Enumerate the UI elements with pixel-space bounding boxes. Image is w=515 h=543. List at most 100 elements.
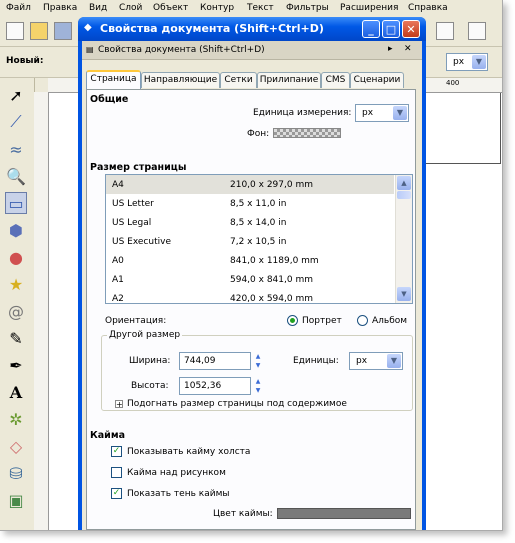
menu-layer[interactable]: Слой <box>119 3 142 13</box>
pencil-tool-icon[interactable]: ✎ <box>5 327 27 349</box>
3d-box-tool-icon[interactable]: ⬢ <box>5 219 27 241</box>
gradient-tool-icon[interactable]: ▣ <box>5 489 27 511</box>
menu-edit[interactable]: Правка <box>43 3 77 13</box>
menu-path[interactable]: Контур <box>200 3 234 13</box>
list-item[interactable]: A4 210,0 x 297,0 mm <box>106 175 394 194</box>
page-size-name: A0 <box>112 256 124 266</box>
document-icon: ▤ <box>86 45 94 54</box>
tab-snap[interactable]: Прилипание <box>257 72 321 88</box>
page-size-name: A1 <box>112 275 124 285</box>
ruler-tick-label: 400 <box>446 79 460 87</box>
units-select-value: px <box>453 57 465 67</box>
width-value: 744,09 <box>184 356 216 366</box>
chevron-down-icon: ▼ <box>472 55 486 69</box>
expand-plus-icon[interactable]: + <box>115 400 123 409</box>
open-folder-icon[interactable] <box>30 22 48 40</box>
menu-help[interactable]: Справка <box>408 3 448 13</box>
menu-filters[interactable]: Фильтры <box>286 3 329 13</box>
new-document-icon[interactable] <box>6 22 24 40</box>
dock-subtitle: Свойства документа (Shift+Ctrl+D) <box>98 45 265 55</box>
list-item[interactable]: A1 594,0 x 841,0 mm <box>106 270 394 289</box>
chevron-down-icon: ▼ <box>393 106 407 120</box>
fit-page-to-content-expander[interactable]: Подогнать размер страницы под содержимое <box>127 399 347 409</box>
landscape-label: Альбом <box>372 316 408 326</box>
page-size-list[interactable]: A4 210,0 x 297,0 mm US Letter 8,5 x 11,0… <box>105 174 413 304</box>
page-size-heading: Размер страницы <box>90 162 187 173</box>
maximize-button[interactable]: □ <box>382 20 400 38</box>
width-label: Ширина: <box>129 356 171 366</box>
tab-grids[interactable]: Сетки <box>220 72 257 88</box>
show-border-shadow-checkbox[interactable]: ✓ <box>111 488 122 499</box>
tab-scripts[interactable]: Сценарии <box>350 72 404 88</box>
list-item[interactable]: US Letter 8,5 x 11,0 in <box>106 194 394 213</box>
border-on-top-checkbox[interactable] <box>111 467 122 478</box>
height-input[interactable]: 1052,36 <box>179 377 251 395</box>
dock-close-icon[interactable]: ✕ <box>404 44 412 54</box>
selector-tool-icon[interactable]: ➚ <box>5 84 27 106</box>
star-tool-icon[interactable]: ★ <box>5 273 27 295</box>
list-item[interactable]: A0 841,0 x 1189,0 mm <box>106 251 394 270</box>
landscape-radio[interactable] <box>357 315 368 326</box>
text-tool-icon[interactable]: A <box>5 381 27 403</box>
page-size-name: US Executive <box>112 237 171 247</box>
toolbar-right-icon[interactable] <box>436 22 454 40</box>
width-input[interactable]: 744,09 <box>179 352 251 370</box>
portrait-radio[interactable] <box>287 315 298 326</box>
spiral-tool-icon[interactable]: @ <box>5 300 27 322</box>
menu-file[interactable]: Файл <box>6 3 31 13</box>
orientation-label: Ориентация: <box>105 316 167 326</box>
ellipse-tool-icon[interactable]: ● <box>5 246 27 268</box>
page-tab-panel: Общие Единица измерения: px ▼ Фон: Разме… <box>86 89 416 530</box>
close-button[interactable]: ✕ <box>402 20 420 38</box>
menu-object[interactable]: Объект <box>153 3 188 13</box>
zoom-tool-icon[interactable]: 🔍 <box>5 165 27 187</box>
scroll-thumb[interactable] <box>397 191 411 199</box>
height-spinner[interactable]: ▲ ▼ <box>253 377 263 395</box>
tool-controls-label: Новый: <box>6 56 44 66</box>
paint-bucket-tool-icon[interactable]: ⛁ <box>5 462 27 484</box>
spray-tool-icon[interactable]: ✲ <box>5 408 27 430</box>
node-tool-icon[interactable]: ⟋ <box>5 111 27 133</box>
default-unit-select[interactable]: px ▼ <box>355 104 409 122</box>
dock-subtitle-bar: ▤ Свойства документа (Shift+Ctrl+D) ▸ ✕ <box>82 41 422 60</box>
chevron-down-icon: ▼ <box>387 354 401 368</box>
list-item[interactable]: A2 420,0 x 594,0 mm <box>106 289 394 304</box>
menu-text[interactable]: Текст <box>247 3 274 13</box>
page-size-name: A4 <box>112 180 124 190</box>
border-on-top-label: Кайма над рисунком <box>127 468 226 478</box>
menu-view[interactable]: Вид <box>89 3 107 13</box>
scroll-up-icon[interactable]: ▲ <box>397 176 411 190</box>
tab-guides[interactable]: Направляющие <box>141 72 220 88</box>
zoom-fit-icon[interactable] <box>468 22 486 40</box>
tab-cms[interactable]: CMS <box>321 72 350 88</box>
vertical-ruler <box>34 92 49 530</box>
pen-tool-icon[interactable]: ✒ <box>5 354 27 376</box>
eraser-tool-icon[interactable]: ◇ <box>5 435 27 457</box>
width-spinner[interactable]: ▲ ▼ <box>253 352 263 370</box>
list-item[interactable]: US Legal 8,5 x 14,0 in <box>106 213 394 232</box>
tab-page[interactable]: Страница <box>86 70 141 89</box>
custom-units-select[interactable]: px ▼ <box>349 352 403 370</box>
dialog-body: ▤ Свойства документа (Shift+Ctrl+D) ▸ ✕ … <box>82 41 422 530</box>
custom-units-value: px <box>356 356 368 366</box>
menu-extensions[interactable]: Расширения <box>340 3 398 13</box>
scroll-down-icon[interactable]: ▼ <box>397 287 411 301</box>
dock-menu-icon[interactable]: ▸ <box>388 44 393 54</box>
toolbox: ➚ ⟋ ≈ 🔍 ▭ ⬢ ● ★ @ ✎ ✒ A ✲ ◇ ⛁ ▣ <box>0 78 35 530</box>
page-size-name: A2 <box>112 294 124 304</box>
minimize-button[interactable]: _ <box>362 20 380 38</box>
dialog-titlebar: ◆ Свойства документа (Shift+Ctrl+D) _ □ … <box>78 17 426 41</box>
save-icon[interactable] <box>54 22 72 40</box>
list-scrollbar[interactable]: ▲ ▼ <box>395 175 412 303</box>
show-canvas-border-checkbox[interactable]: ✓ <box>111 446 122 457</box>
list-item[interactable]: US Executive 7,2 x 10,5 in <box>106 232 394 251</box>
background-color-swatch[interactable] <box>273 128 341 138</box>
border-color-swatch[interactable] <box>277 508 411 519</box>
units-label: Единицы: <box>293 356 339 366</box>
default-unit-value: px <box>362 108 374 118</box>
custom-size-legend: Другой размер <box>107 330 183 340</box>
tweak-tool-icon[interactable]: ≈ <box>5 138 27 160</box>
rectangle-tool-icon[interactable]: ▭ <box>5 192 27 214</box>
units-select[interactable]: px ▼ <box>446 53 488 71</box>
page-size-name: US Letter <box>112 199 154 209</box>
